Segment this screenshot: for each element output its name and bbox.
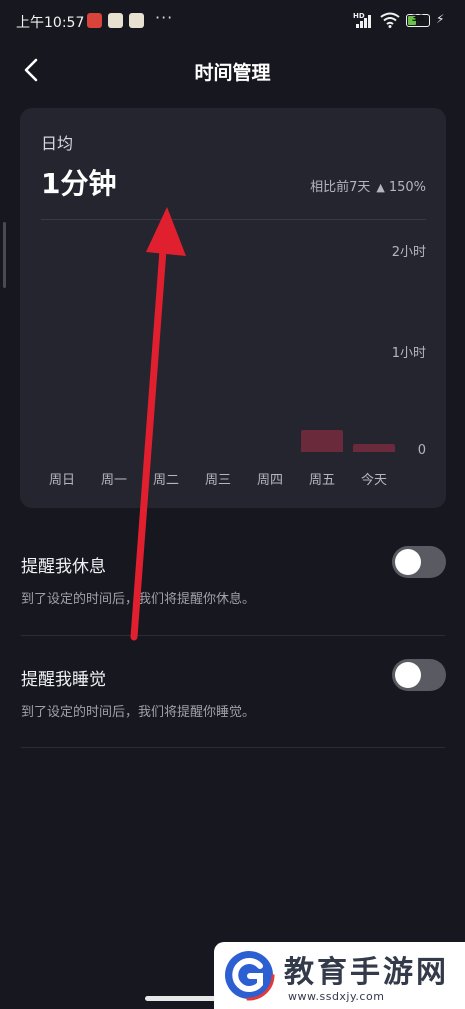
setting-title: 提醒我休息 <box>21 557 106 577</box>
usage-chart: 2小时 1小时 0 周日 周一 周二 周三 周四 周五 今天 <box>20 108 446 508</box>
x-tick-label: 周一 <box>100 473 128 488</box>
rest-reminder-toggle[interactable] <box>392 546 446 578</box>
scroll-indicator[interactable] <box>3 222 6 288</box>
watermark-logo-icon <box>223 949 275 1001</box>
header: 时间管理 <box>0 48 465 94</box>
x-tick-label: 周日 <box>48 473 76 488</box>
battery-level: 38 <box>411 14 425 24</box>
setting-rest-reminder: 提醒我休息 到了设定的时间后，我们将提醒你休息。 <box>0 546 465 664</box>
setting-title: 提醒我睡觉 <box>21 670 106 690</box>
app-notification-icon <box>87 13 102 28</box>
x-tick-label: 周四 <box>256 473 284 488</box>
wifi-icon <box>380 12 400 28</box>
status-time: 上午10:57 <box>16 15 85 31</box>
chart-bar[interactable] <box>353 443 395 452</box>
watermark: 教育手游网 www.ssdxjy.com <box>214 942 465 1009</box>
x-tick-label: 周五 <box>308 473 336 488</box>
charging-icon: ⚡ <box>436 12 445 26</box>
chart-bar[interactable] <box>301 430 343 452</box>
setting-description: 到了设定的时间后，我们将提醒你休息。 <box>21 592 256 607</box>
toggle-knob <box>395 662 421 688</box>
y-tick-label: 2小时 <box>391 245 426 260</box>
x-tick-label: 今天 <box>360 473 388 488</box>
more-notifications-icon: ··· <box>155 8 174 27</box>
y-tick-label: 0 <box>417 443 426 458</box>
row-divider <box>21 747 445 748</box>
usage-card: 日均 1分钟 相比前7天 ▲ 150% 2小时 1小时 0 周日 周一 周二 周三 周四 周五 今天 <box>20 108 446 508</box>
battery-icon: 38 <box>406 14 430 27</box>
signal-icon <box>356 14 376 28</box>
toggle-knob <box>395 549 421 575</box>
app-notification-icon <box>108 13 123 28</box>
x-tick-label: 周二 <box>152 473 180 488</box>
x-tick-label: 周三 <box>204 473 232 488</box>
watermark-url: www.ssdxjy.com <box>288 990 385 1003</box>
page-title: 时间管理 <box>194 62 271 84</box>
y-tick-label: 1小时 <box>391 346 426 361</box>
setting-description: 到了设定的时间后，我们将提醒你睡觉。 <box>21 705 256 720</box>
sleep-reminder-toggle[interactable] <box>392 659 446 691</box>
status-bar: 上午10:57 ··· HD 38 ⚡ <box>0 0 465 42</box>
app-notification-icon <box>129 13 144 28</box>
watermark-title: 教育手游网 <box>284 955 449 990</box>
setting-sleep-reminder: 提醒我睡觉 到了设定的时间后，我们将提醒你睡觉。 <box>0 659 465 777</box>
row-divider <box>21 635 445 636</box>
